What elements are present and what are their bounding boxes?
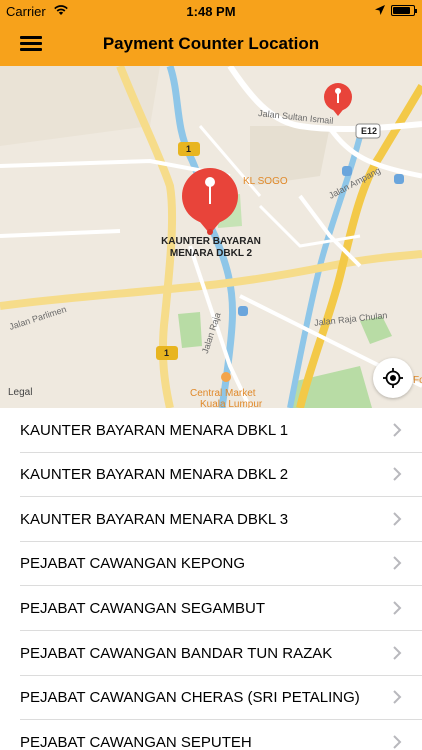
battery-icon: [391, 5, 417, 16]
list-item[interactable]: KAUNTER BAYARAN MENARA DBKL 1: [0, 408, 422, 453]
location-arrow-icon: [375, 5, 385, 15]
chevron-right-icon: [393, 556, 402, 570]
status-time: 1:48 PM: [186, 4, 236, 19]
map-label-central-market: Central Market: [190, 388, 256, 399]
chevron-right-icon: [393, 601, 402, 615]
list-item-label: KAUNTER BAYARAN MENARA DBKL 3: [20, 511, 289, 528]
list-item-label: PEJABAT CAWANGAN SEGAMBUT: [20, 600, 266, 617]
legal-link[interactable]: Legal: [8, 387, 32, 398]
route-shield-1-bottom: 1: [164, 348, 170, 358]
map-label-kl-sogo: KL SOGO: [243, 176, 288, 187]
nav-bar: Payment Counter Location: [0, 22, 422, 66]
list-item[interactable]: PEJABAT CAWANGAN SEPUTEH: [0, 720, 422, 750]
list-item[interactable]: PEJABAT CAWANGAN BANDAR TUN RAZAK: [0, 631, 422, 676]
list-item[interactable]: KAUNTER BAYARAN MENARA DBKL 3: [0, 497, 422, 542]
pin-caption-line-2: MENARA DBKL 2: [169, 248, 253, 259]
list-item[interactable]: PEJABAT CAWANGAN SEGAMBUT: [0, 586, 422, 631]
chevron-right-icon: [393, 646, 402, 660]
locate-me-button[interactable]: [373, 358, 413, 398]
chevron-right-icon: [393, 512, 402, 526]
map-view[interactable]: Jalan Sultan Ismail E12 KL SOGO Jalan Am…: [0, 66, 422, 408]
page-title: Payment Counter Location: [102, 34, 320, 53]
list-item-label: KAUNTER BAYARAN MENARA DBKL 2: [20, 466, 289, 483]
list-item-label: PEJABAT CAWANGAN SEPUTEH: [20, 734, 252, 750]
screen: Carrier 1:48 PM Payment Counter Location: [0, 0, 422, 750]
list-item[interactable]: PEJABAT CAWANGAN CHERAS (SRI PETALING): [0, 675, 422, 720]
list-item-label: PEJABAT CAWANGAN CHERAS (SRI PETALING): [20, 689, 360, 706]
list-item-label: KAUNTER BAYARAN MENARA DBKL 1: [20, 422, 289, 439]
location-list: KAUNTER BAYARAN MENARA DBKL 1 KAUNTER BA…: [0, 408, 422, 750]
pin-caption-line-1: KAUNTER BAYARAN: [161, 236, 261, 247]
top-bar: Carrier 1:48 PM Payment Counter Location: [0, 0, 422, 66]
list-item-label: PEJABAT CAWANGAN BANDAR TUN RAZAK: [20, 645, 333, 662]
map-label-fo: Fo: [413, 375, 422, 386]
pin-caption: KAUNTER BAYARAN MENARA DBKL 2: [145, 236, 277, 260]
list-item-label: PEJABAT CAWANGAN KEPONG: [20, 555, 246, 572]
list-item[interactable]: KAUNTER BAYARAN MENARA DBKL 2: [0, 452, 422, 497]
route-shield-e12: E12: [361, 126, 378, 136]
crosshair-icon: [383, 368, 403, 388]
chevron-right-icon: [393, 467, 402, 481]
chevron-right-icon: [393, 423, 402, 437]
chevron-right-icon: [393, 690, 402, 704]
status-bar: Carrier 1:48 PM: [0, 0, 422, 22]
chevron-right-icon: [393, 735, 402, 749]
route-shield-1-top: 1: [186, 144, 192, 154]
map-label-kuala-lumpur: Kuala Lumpur: [200, 399, 263, 408]
list-item[interactable]: PEJABAT CAWANGAN KEPONG: [0, 541, 422, 586]
